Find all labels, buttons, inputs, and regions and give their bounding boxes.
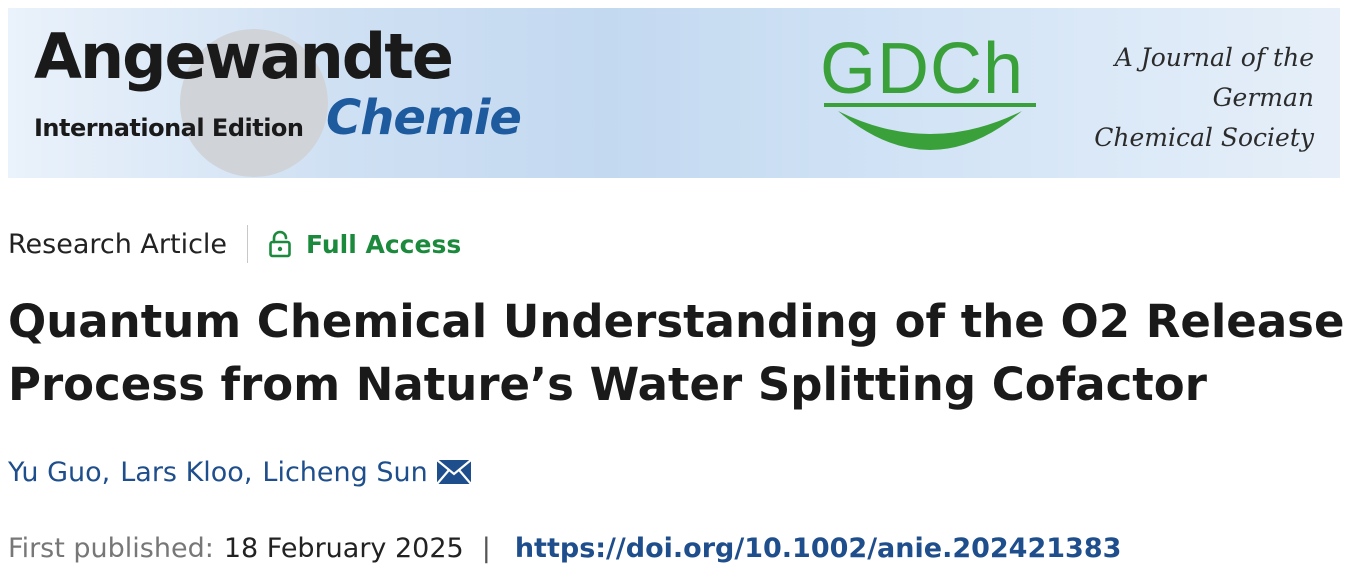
article-title: Quantum Chemical Understanding of the O2… — [8, 290, 1348, 416]
article-title-line: Process from Nature’s Water Splitting Co… — [8, 358, 1207, 411]
gdch-logo-text: GDCh — [820, 29, 1025, 109]
publication-info-row: First published: 18 February 2025 | http… — [8, 528, 1121, 568]
article-meta-row: Research Article Full Access — [8, 222, 461, 266]
journal-name: Angewandte — [34, 20, 454, 93]
access-label: Full Access — [306, 229, 462, 259]
meta-divider — [247, 225, 249, 263]
first-published-date: 18 February 2025 — [223, 532, 464, 564]
journal-name-chemie: Chemie — [326, 90, 522, 146]
society-tagline: A Journal of the German Chemical Society — [1054, 38, 1314, 158]
article-title-line: Quantum Chemical Understanding of the O2… — [8, 295, 1345, 348]
society-tagline-line: A Journal of the — [1114, 43, 1314, 72]
gdch-logo: GDCh — [820, 33, 1050, 163]
gdch-logo-arc — [824, 103, 1036, 150]
open-lock-icon — [269, 230, 291, 258]
first-published-label: First published: — [8, 532, 214, 564]
article-type: Research Article — [8, 228, 228, 260]
society-tagline-line: Chemical Society — [1094, 123, 1314, 152]
author-link-lars-kloo[interactable]: Lars Kloo, — [120, 457, 252, 488]
pub-separator: | — [481, 532, 491, 564]
author-link-licheng-sun[interactable]: Licheng Sun — [262, 457, 427, 488]
journal-edition: International Edition — [34, 114, 304, 142]
author-link-yu-guo[interactable]: Yu Guo, — [8, 457, 110, 488]
envelope-icon[interactable] — [435, 459, 472, 485]
author-list: Yu Guo, Lars Kloo, Licheng Sun — [8, 452, 472, 492]
society-tagline-line: German — [1212, 83, 1314, 112]
journal-banner: Angewandte International Edition Chemie … — [8, 8, 1340, 178]
doi-link[interactable]: https://doi.org/10.1002/anie.202421383 — [515, 533, 1122, 564]
